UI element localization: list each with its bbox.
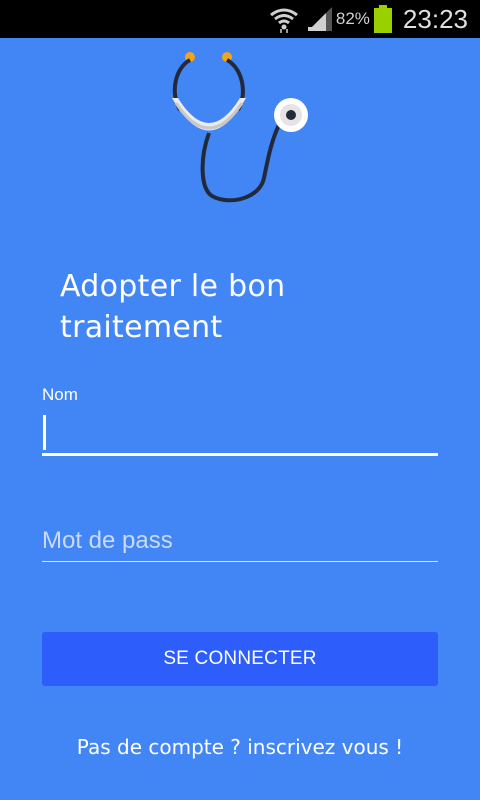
- page-title: Adopter le bon traitement: [60, 269, 286, 345]
- battery-icon: [373, 5, 392, 33]
- signup-link[interactable]: Pas de compte ? inscrivez vous !: [0, 735, 480, 759]
- signal-icon: [307, 7, 332, 31]
- battery-percentage: 82%: [335, 9, 370, 28]
- login-button[interactable]: SE CONNECTER: [42, 632, 438, 686]
- text-cursor: [43, 415, 46, 450]
- status-clock: 23:23: [402, 3, 468, 34]
- name-label: Nom: [42, 385, 78, 404]
- password-input[interactable]: [42, 521, 438, 562]
- stethoscope-icon: [172, 52, 308, 203]
- status-bar: 82% 23:23: [0, 0, 480, 38]
- name-input[interactable]: [42, 413, 438, 456]
- wifi-icon: [269, 8, 298, 33]
